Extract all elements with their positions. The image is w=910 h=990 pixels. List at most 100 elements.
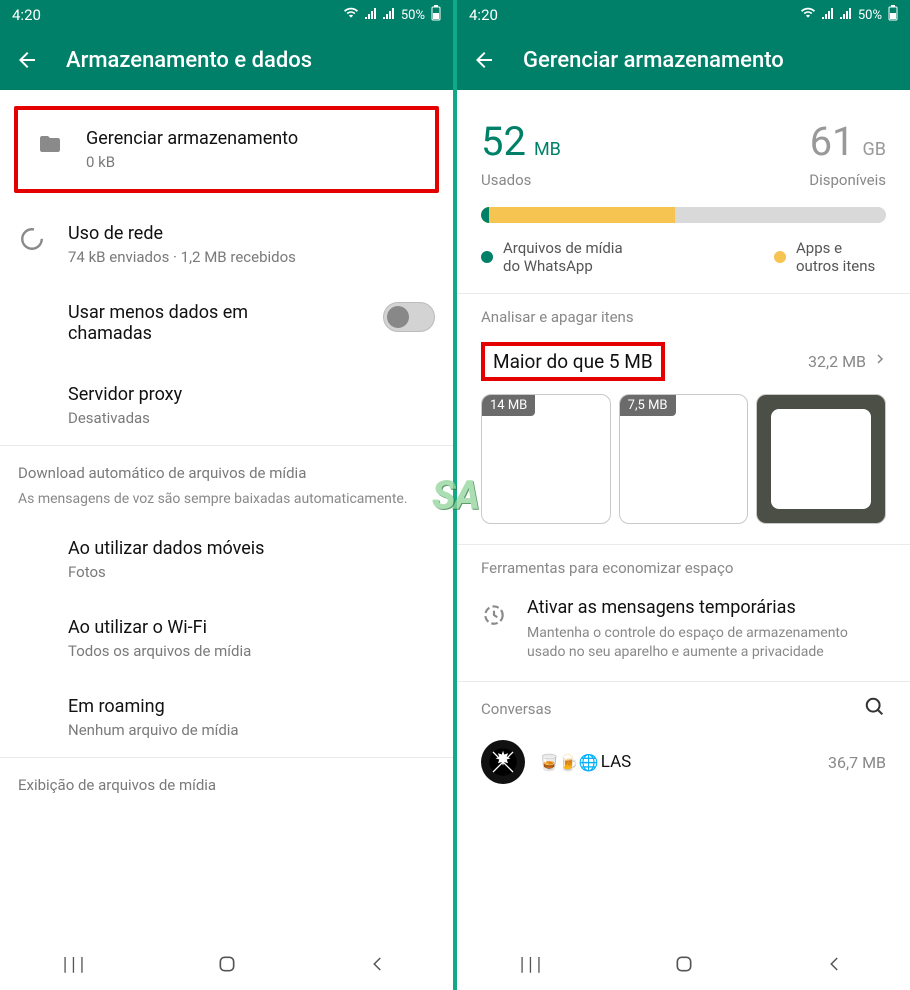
storage-progress (481, 207, 886, 223)
manage-storage-item[interactable]: Gerenciar armazenamento 0 kB (14, 106, 439, 193)
status-right: 50% (343, 5, 441, 25)
autodl-header: Download automático de arquivos de mídia (0, 446, 453, 486)
autodl-note: As mensagens de voz são sempre baixadas … (0, 486, 453, 520)
proxy-title: Servidor proxy (68, 384, 435, 405)
less-data-title: Usar menos dados em chamadas (68, 302, 308, 344)
signal-icon-2 (840, 7, 852, 23)
network-usage-title: Uso de rede (68, 223, 435, 244)
chats-header: Conversas (481, 700, 551, 718)
proxy-sub: Desativadas (68, 409, 435, 427)
left-screenshot: 4:20 50% Armazenamento e dados (0, 0, 453, 990)
status-bar: 4:20 50% (0, 0, 453, 30)
autodl-roaming-sub: Nenhum arquivo de mídia (68, 721, 435, 739)
android-navbar: ||| (0, 938, 453, 990)
manage-storage-sub: 0 kB (86, 153, 417, 171)
temp-title: Ativar as mensagens temporárias (527, 597, 886, 618)
tools-header: Ferramentas para economizar espaço (457, 545, 910, 589)
autodl-mobile-item[interactable]: Ao utilizar dados móveis Fotos (0, 520, 453, 599)
back-button[interactable] (12, 45, 42, 75)
media-thumb[interactable]: 14 MB (481, 394, 611, 524)
chat-name: LAS (601, 752, 632, 772)
thumb-inner (771, 409, 871, 509)
autodl-mobile-sub: Fotos (68, 563, 435, 581)
temp-sub: Mantenha o controle do espaço de armazen… (527, 624, 886, 662)
autodl-wifi-item[interactable]: Ao utilizar o Wi-Fi Todos os arquivos de… (0, 599, 453, 678)
status-right: 50% (800, 5, 898, 25)
back-button[interactable] (469, 45, 499, 75)
page-title: Gerenciar armazenamento (523, 48, 784, 73)
dot-green-icon (481, 251, 493, 263)
chat-emoji: 🥃🍺🌐 (539, 753, 599, 772)
android-navbar: ||| (457, 938, 910, 990)
avail-value: 61 GB (810, 118, 886, 165)
used-num: 52 (481, 118, 526, 165)
folder-icon (36, 130, 64, 158)
autodl-mobile-title: Ao utilizar dados móveis (68, 538, 435, 559)
network-usage-sub: 74 kB enviados · 1,2 MB recebidos (68, 248, 435, 266)
battery-text: 50% (401, 8, 425, 23)
less-data-item[interactable]: Usar menos dados em chamadas (0, 284, 453, 366)
network-usage-item[interactable]: Uso de rede 74 kB enviados · 1,2 MB rece… (0, 205, 453, 284)
search-icon[interactable] (864, 696, 886, 722)
larger-size: 32,2 MB (808, 352, 866, 371)
thumb-size-label: 7,5 MB (620, 395, 676, 416)
home-button[interactable] (209, 946, 245, 982)
temporary-messages-item[interactable]: Ativar as mensagens temporárias Mantenha… (457, 589, 910, 682)
progress-apps-fill (481, 207, 675, 223)
right-screenshot: 4:20 50% Gerenciar armazenamento 52 (457, 0, 910, 990)
legend-whatsapp-label: Arquivos de mídia do WhatsApp (503, 239, 643, 275)
less-data-toggle[interactable] (383, 302, 435, 332)
thumbnail-row: 14 MB 7,5 MB (457, 384, 910, 544)
app-header: Gerenciar armazenamento (457, 30, 910, 90)
page-title: Armazenamento e dados (66, 48, 312, 73)
home-button[interactable] (666, 946, 702, 982)
analyze-header: Analisar e apagar itens (457, 294, 910, 338)
used-label: Usados (481, 171, 531, 189)
recents-button[interactable]: ||| (58, 946, 94, 982)
autodl-roaming-title: Em roaming (68, 696, 435, 717)
autodl-wifi-sub: Todos os arquivos de mídia (68, 642, 435, 660)
larger-title: Maior do que 5 MB (493, 350, 653, 373)
storage-summary: 52 MB 61 GB Usados Disponíveis Arquivos … (457, 90, 910, 293)
autodl-wifi-title: Ao utilizar o Wi-Fi (68, 617, 435, 638)
thumb-size-label: 14 MB (482, 395, 535, 416)
avail-num: 61 (810, 118, 855, 165)
used-value: 52 MB (481, 118, 561, 165)
status-time: 4:20 (12, 6, 41, 24)
manage-storage-title: Gerenciar armazenamento (86, 128, 417, 149)
back-button-nav[interactable] (360, 946, 396, 982)
used-unit: MB (534, 139, 561, 160)
battery-icon (888, 5, 898, 25)
avail-label: Disponíveis (809, 171, 886, 189)
larger-title-highlight: Maior do que 5 MB (481, 342, 665, 381)
app-header: Armazenamento e dados (0, 30, 453, 90)
autodl-roaming-item[interactable]: Em roaming Nenhum arquivo de mídia (0, 678, 453, 757)
battery-text: 50% (858, 8, 882, 23)
legend-whatsapp: Arquivos de mídia do WhatsApp (481, 239, 643, 275)
legend-apps: Apps e outros itens (774, 239, 886, 275)
legend-apps-label: Apps e outros itens (796, 239, 886, 275)
chat-avatar (481, 740, 525, 784)
avail-unit: GB (863, 139, 886, 160)
data-usage-icon (18, 225, 46, 253)
status-bar: 4:20 50% (457, 0, 910, 30)
chat-size: 36,7 MB (828, 753, 886, 772)
chat-row[interactable]: 🥃🍺🌐 LAS 36,7 MB (457, 732, 910, 792)
signal-icon-2 (383, 7, 395, 23)
battery-icon (431, 5, 441, 25)
media-thumb[interactable]: 7,5 MB (619, 394, 749, 524)
back-button-nav[interactable] (817, 946, 853, 982)
signal-icon-1 (365, 7, 377, 23)
proxy-item[interactable]: Servidor proxy Desativadas (0, 366, 453, 445)
signal-icon-1 (822, 7, 834, 23)
chats-header-row: Conversas (457, 682, 910, 732)
larger-than-item[interactable]: Maior do que 5 MB 32,2 MB (457, 338, 910, 384)
recents-button[interactable]: ||| (515, 946, 551, 982)
status-time: 4:20 (469, 6, 498, 24)
chat-name-wrap: 🥃🍺🌐 LAS (539, 752, 631, 772)
timer-icon (481, 601, 509, 629)
display-header: Exibição de arquivos de mídia (0, 758, 453, 812)
storage-legend: Arquivos de mídia do WhatsApp Apps e out… (481, 239, 886, 275)
wifi-icon (343, 6, 359, 24)
media-thumb[interactable] (756, 394, 886, 524)
